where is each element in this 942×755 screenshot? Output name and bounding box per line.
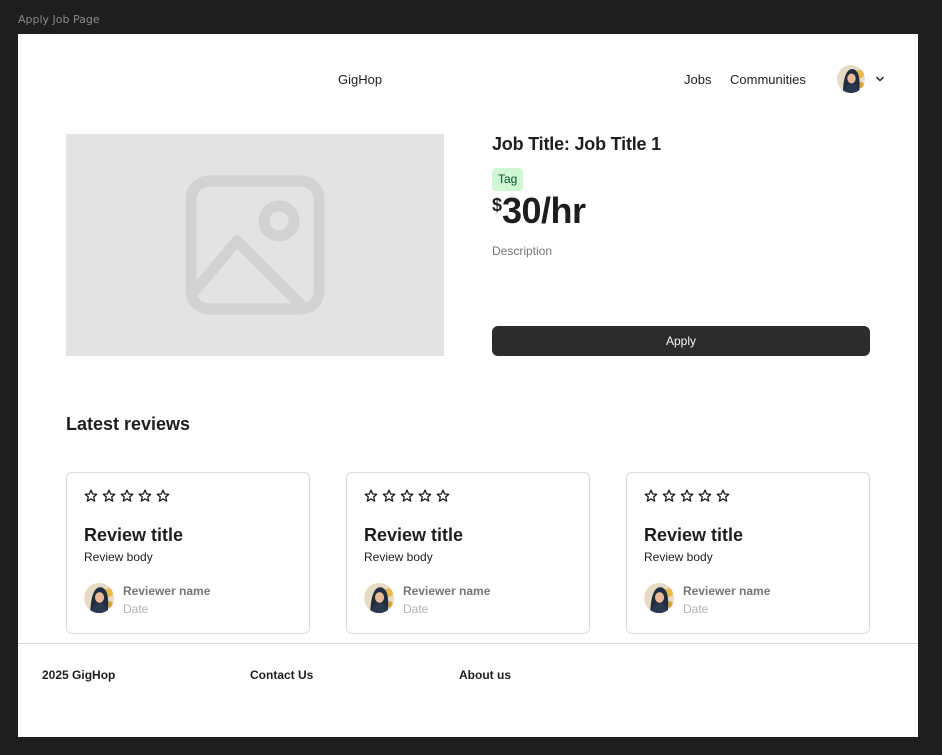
- brand-name[interactable]: GigHop: [338, 72, 382, 87]
- star-outline-icon: [698, 489, 712, 502]
- star-outline-icon: [364, 489, 378, 502]
- review-body: Review body: [364, 550, 433, 564]
- review-date: Date: [123, 602, 149, 616]
- star-rating: [84, 489, 170, 503]
- reviewer-avatar: [644, 583, 674, 613]
- footer-link-about[interactable]: About us: [459, 668, 511, 682]
- review-card: Review title Review body Reviewer name D…: [626, 472, 870, 634]
- review-title: Review title: [364, 525, 464, 545]
- page-frame: GigHop Jobs Communities Job Title: Job T…: [18, 34, 918, 737]
- footer-copyright: 2025 GigHop: [42, 668, 116, 682]
- reviewer-name: Reviewer name: [683, 584, 771, 598]
- review-body: Review body: [644, 550, 713, 564]
- reviews-heading: Latest reviews: [66, 414, 191, 434]
- star-outline-icon: [138, 489, 152, 502]
- review-card: Review title Review body Reviewer name D…: [346, 472, 590, 634]
- footer-divider: [18, 643, 918, 644]
- star-outline-icon: [644, 489, 658, 502]
- image-placeholder-icon: [185, 175, 325, 315]
- job-price: $30/hr: [492, 190, 586, 232]
- star-outline-icon: [84, 489, 98, 502]
- user-menu[interactable]: [837, 65, 887, 93]
- reviewer-avatar: [84, 583, 114, 613]
- star-outline-icon: [382, 489, 396, 502]
- star-outline-icon: [156, 489, 170, 502]
- star-outline-icon: [436, 489, 450, 502]
- star-outline-icon: [418, 489, 432, 502]
- star-outline-icon: [680, 489, 694, 502]
- price-currency: $: [492, 195, 503, 215]
- review-date: Date: [403, 602, 429, 616]
- price-amount: 30/hr: [502, 190, 586, 231]
- review-date: Date: [683, 602, 709, 616]
- star-rating: [364, 489, 450, 503]
- job-tag: Tag: [492, 168, 524, 191]
- star-outline-icon: [120, 489, 134, 502]
- footer-link-contact[interactable]: Contact Us: [250, 668, 313, 682]
- reviewer-avatar: [364, 583, 394, 613]
- star-outline-icon: [716, 489, 730, 502]
- nav-link-communities[interactable]: Communities: [730, 72, 806, 87]
- frame-label: Apply Job Page: [18, 13, 100, 26]
- star-outline-icon: [102, 489, 116, 502]
- apply-button[interactable]: Apply: [492, 326, 870, 356]
- job-image-placeholder: [66, 134, 444, 356]
- star-outline-icon: [662, 489, 676, 502]
- star-rating: [644, 489, 730, 503]
- review-card: Review title Review body Reviewer name D…: [66, 472, 310, 634]
- reviewer-name: Reviewer name: [403, 584, 491, 598]
- review-title: Review title: [644, 525, 744, 545]
- star-outline-icon: [400, 489, 414, 502]
- review-body: Review body: [84, 550, 153, 564]
- avatar[interactable]: [837, 65, 865, 93]
- job-title: Job Title: Job Title 1: [492, 134, 661, 154]
- reviewer-name: Reviewer name: [123, 584, 211, 598]
- nav-link-jobs[interactable]: Jobs: [684, 72, 711, 87]
- job-description: Description: [492, 244, 553, 258]
- chevron-down-icon[interactable]: [875, 74, 885, 84]
- review-title: Review title: [84, 525, 184, 545]
